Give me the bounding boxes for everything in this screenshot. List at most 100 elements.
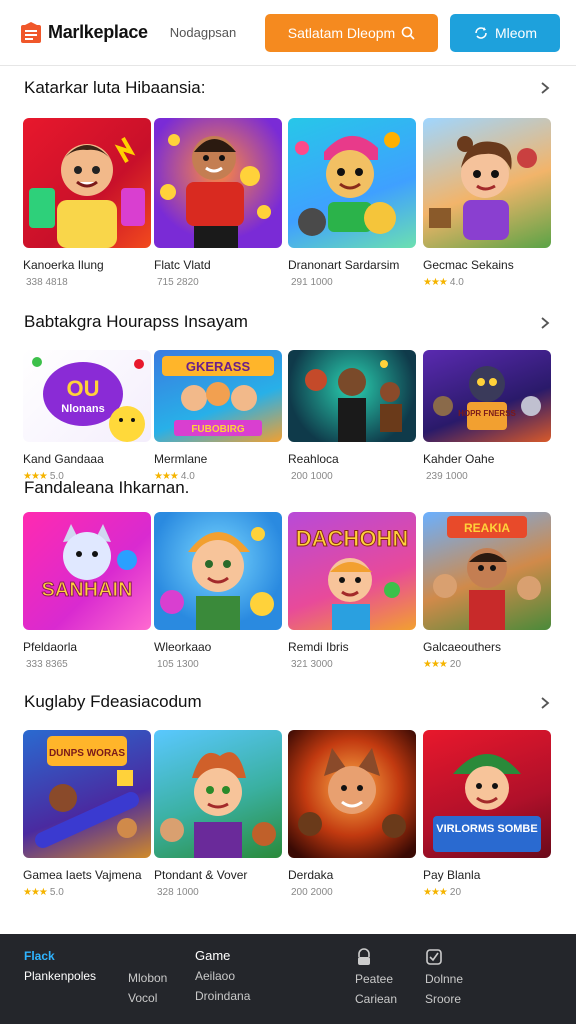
nav-item-2[interactable]: Mlobon Vocol — [128, 968, 167, 1008]
search-icon — [401, 26, 415, 40]
account-button[interactable]: Mleom — [450, 14, 560, 52]
game-thumbnail — [154, 730, 282, 858]
star-rating: ★★★ — [423, 277, 448, 288]
search-button-label: Satlatam Dleopm — [287, 25, 396, 41]
game-meta: 715 2820 — [154, 277, 282, 288]
section-3: Fandaleana Ihkarnan. SANHAIN Pfeldaorla … — [0, 476, 576, 676]
chevron-right-icon[interactable] — [538, 81, 552, 95]
game-meta: ★★★ 4.0 — [423, 277, 551, 288]
thumbnail-caption: REAKIA — [464, 521, 510, 535]
game-stat: 200 2000 — [291, 887, 333, 898]
game-card[interactable]: Kanoerka Ilung 338 4818 — [23, 118, 151, 288]
game-title: Gecmac Sekains — [423, 258, 514, 272]
game-stat: 4.0 — [449, 277, 464, 288]
game-title: Ptondant & Vover — [154, 868, 248, 882]
game-card[interactable]: Ptondant & Vover 328 1000 — [154, 730, 282, 898]
game-stat: 105 1300 — [157, 659, 199, 670]
game-card[interactable]: Derdaka 200 2000 — [288, 730, 416, 898]
search-button[interactable]: Satlatam Dleopm — [265, 14, 438, 52]
game-thumbnail: REAKIA — [423, 512, 551, 630]
game-thumbnail — [154, 118, 282, 248]
bottom-navigation: Flack Plankenpoles Mlobon Vocol Game Aei… — [0, 934, 576, 1024]
game-thumbnail — [154, 512, 282, 630]
game-thumbnail: GKERASS FUBOBIRG — [154, 350, 282, 442]
game-stat: 20 — [449, 887, 462, 898]
section-title: Fandaleana Ihkarnan. — [24, 478, 190, 497]
chevron-right-icon[interactable] — [538, 696, 552, 710]
thumbnail-caption: Nlonans — [61, 403, 104, 415]
game-stat: 333 8365 — [26, 659, 68, 670]
game-stat: 328 1000 — [157, 887, 199, 898]
game-card[interactable]: Reahloca 200 1000 — [288, 350, 416, 482]
nav-item-game[interactable]: Game Aeilaoo Droindana — [195, 946, 250, 1006]
game-meta: 333 8365 — [23, 659, 151, 670]
game-thumbnail — [288, 350, 416, 442]
game-stat: 20 — [449, 659, 462, 670]
game-title: Reahloca — [288, 452, 339, 466]
game-card[interactable]: VIRLORMS SOMBE Pay Blanla ★★★ 20 — [423, 730, 551, 898]
game-card[interactable]: HOPR FNERSS Kahder Oahe 239 1000 — [423, 350, 551, 482]
nav-item-label: Peatee — [355, 972, 394, 986]
game-stat: 291 1000 — [291, 277, 333, 288]
nav-link[interactable]: Nodagpsan — [170, 25, 237, 40]
checkbox-icon — [426, 949, 442, 965]
logo[interactable]: Marlkeplace — [20, 21, 148, 44]
game-card[interactable]: DACHOHN Remdi Ibris 321 3000 — [288, 512, 416, 670]
section-title: Katarkar luta Hibaansia: — [24, 78, 206, 97]
nav-item-sublabel: Plankenpoles — [24, 969, 97, 983]
store-icon — [21, 21, 41, 43]
game-meta: ★★★ 5.0 — [23, 887, 151, 898]
logo-text: Marlkeplace — [48, 22, 148, 42]
nav-item-sublabel: Droindana — [195, 989, 251, 1003]
game-title: Pay Blanla — [423, 868, 481, 882]
sync-icon — [475, 27, 487, 39]
game-card[interactable]: REAKIA Galcaeouthers ★★★ 20 — [423, 512, 551, 670]
game-thumbnail: SANHAIN — [23, 512, 151, 630]
game-thumbnail — [423, 118, 551, 248]
game-card[interactable]: DUNPS WORAS Gamea Iaets Vajmena ★★★ 5.0 — [23, 730, 151, 898]
lock-icon — [358, 948, 370, 965]
nav-item-label: Flack — [24, 949, 55, 963]
nav-item-sublabel: Sroore — [425, 992, 462, 1006]
game-title: Kand Gandaaa — [23, 452, 104, 466]
section-1: Katarkar luta Hibaansia: Kanoerka Ilung … — [0, 66, 576, 296]
game-card[interactable]: Dranonart Sardarsim 291 1000 — [288, 118, 416, 288]
nav-item-sublabel: Vocol — [128, 991, 158, 1005]
game-thumbnail: HOPR FNERSS — [423, 350, 551, 442]
thumbnail-caption: HOPR FNERSS — [458, 409, 516, 418]
nav-item-marketplace[interactable]: Flack Plankenpoles — [24, 946, 96, 986]
star-rating: ★★★ — [423, 659, 448, 670]
chevron-right-icon[interactable] — [538, 316, 552, 330]
game-thumbnail: VIRLORMS SOMBE — [423, 730, 551, 858]
game-card[interactable]: GKERASS FUBOBIRG Mermlane ★★★ 4.0 — [154, 350, 282, 482]
thumbnail-caption: DUNPS WORAS — [49, 748, 125, 759]
game-title: Gamea Iaets Vajmena — [23, 868, 142, 882]
section-title: Babtakgra Hourapss Insayam — [24, 312, 248, 331]
game-meta: ★★★ 20 — [423, 887, 551, 898]
game-card[interactable]: Flatc Vlatd 715 2820 — [154, 118, 282, 288]
nav-item-4[interactable]: Peatee Cariean — [355, 948, 397, 1009]
game-stat: 715 2820 — [157, 277, 199, 288]
game-title: Flatc Vlatd — [154, 258, 211, 272]
game-title: Kanoerka Ilung — [23, 258, 104, 272]
account-button-label: Mleom — [494, 25, 537, 41]
game-meta: 328 1000 — [154, 887, 282, 898]
game-title: Galcaeouthers — [423, 640, 502, 654]
game-card[interactable]: SANHAIN Pfeldaorla 333 8365 — [23, 512, 151, 670]
thumbnail-caption: VIRLORMS SOMBE — [436, 823, 537, 835]
game-stat: 321 3000 — [291, 659, 333, 670]
game-meta: 105 1300 — [154, 659, 282, 670]
game-title: Wleorkaao — [154, 640, 212, 654]
game-thumbnail — [288, 730, 416, 858]
game-title: Dranonart Sardarsim — [288, 258, 400, 272]
game-title: Remdi Ibris — [288, 640, 349, 654]
game-thumbnail: OU Nlonans — [23, 350, 151, 442]
game-card[interactable]: OU Nlonans Kand Gandaaa ★★★ 5.0 — [23, 350, 151, 482]
nav-item-5[interactable]: Dolnne Sroore — [425, 948, 463, 1009]
game-card[interactable]: Wleorkaao 105 1300 — [154, 512, 282, 670]
game-stat: 338 4818 — [26, 277, 68, 288]
game-thumbnail: DUNPS WORAS — [23, 730, 151, 858]
game-title: Mermlane — [154, 452, 208, 466]
nav-item-label: Mlobon — [128, 971, 168, 985]
game-card[interactable]: Gecmac Sekains ★★★ 4.0 — [423, 118, 551, 288]
